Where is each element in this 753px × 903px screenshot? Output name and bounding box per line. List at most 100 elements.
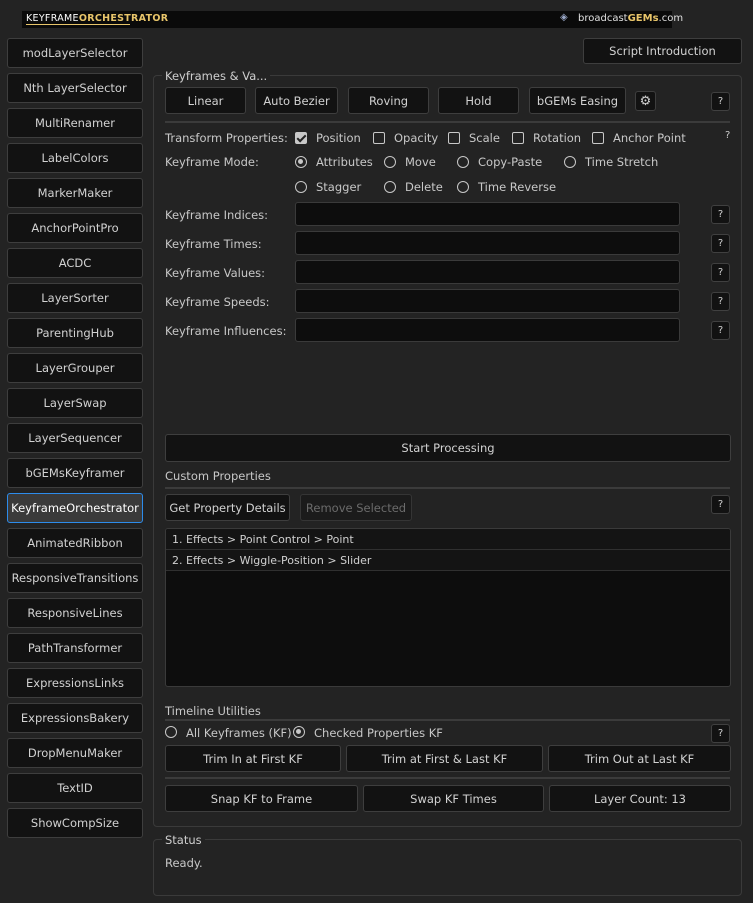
banner: KEYFRAMEORCHESTRATOR ◈ broadcastGEMs.com	[22, 11, 683, 28]
gear-icon: ⚙	[639, 93, 652, 109]
trim-out-button[interactable]: Trim Out at Last KF	[548, 745, 731, 772]
status-panel	[153, 839, 742, 896]
sidebar-item-bgemskeyframer[interactable]: bGEMsKeyframer	[7, 458, 143, 488]
keyframe-speeds-input[interactable]	[295, 289, 680, 313]
trim-first-last-button[interactable]: Trim at First & Last KF	[346, 745, 543, 772]
scale-label: Scale	[469, 131, 500, 145]
remove-selected-button[interactable]: Remove Selected	[300, 494, 412, 521]
timeline-utilities-title: Timeline Utilities	[165, 704, 261, 718]
start-processing-button[interactable]: Start Processing	[165, 434, 731, 462]
status-text: Ready.	[165, 856, 203, 870]
sidebar-item-labelcolors[interactable]: LabelColors	[7, 143, 143, 173]
keyframe-times-input[interactable]	[295, 231, 680, 255]
sidebar-item-responsivetransitions[interactable]: ResponsiveTransitions	[7, 563, 143, 593]
gem-logo-icon: ◈	[560, 12, 568, 23]
keyframe-indices-help-button[interactable]: ?	[711, 205, 730, 224]
position-label: Position	[316, 131, 361, 145]
mode-delete-label: Delete	[405, 180, 443, 194]
sidebar-item-layerswap[interactable]: LayerSwap	[7, 388, 143, 418]
checked-properties-label: Checked Properties KF	[314, 726, 443, 740]
mode-time-stretch-radio[interactable]	[564, 156, 576, 168]
keyframe-mode-label: Keyframe Mode:	[165, 155, 259, 169]
keyframe-influences-help-button[interactable]: ?	[711, 321, 730, 340]
sidebar-item-modlayerselector[interactable]: modLayerSelector	[7, 38, 143, 68]
keyframe-indices-label: Keyframe Indices:	[165, 208, 269, 222]
checked-properties-radio[interactable]	[293, 726, 305, 738]
keyframe-speeds-help-button[interactable]: ?	[711, 292, 730, 311]
mode-move-label: Move	[405, 155, 436, 169]
all-keyframes-radio[interactable]	[165, 726, 177, 738]
sidebar-item-anchorpointpro[interactable]: AnchorPointPro	[7, 213, 143, 243]
mode-stagger-radio[interactable]	[295, 181, 307, 193]
sidebar-item-parentinghub[interactable]: ParentingHub	[7, 318, 143, 348]
custom-properties-title: Custom Properties	[165, 469, 271, 483]
keyframe-values-help-button[interactable]: ?	[711, 263, 730, 282]
easing-linear-button[interactable]: Linear	[165, 87, 246, 114]
divider	[165, 719, 730, 721]
sidebar-item-expressionsbakery[interactable]: ExpressionsBakery	[7, 703, 143, 733]
sidebar-item-keyframeorchestrator[interactable]: KeyframeOrchestrator	[7, 493, 143, 523]
custom-properties-list[interactable]: 1. Effects > Point Control > Point 2. Ef…	[165, 528, 731, 687]
sidebar-item-markermaker[interactable]: MarkerMaker	[7, 178, 143, 208]
scale-checkbox[interactable]	[448, 132, 460, 144]
mode-copy-paste-radio[interactable]	[457, 156, 469, 168]
sidebar-item-nth-layerselector[interactable]: Nth LayerSelector	[7, 73, 143, 103]
sidebar-item-responsivelines[interactable]: ResponsiveLines	[7, 598, 143, 628]
easing-settings-button[interactable]: ⚙	[635, 91, 656, 111]
sidebar-item-layergrouper[interactable]: LayerGrouper	[7, 353, 143, 383]
snap-kf-button[interactable]: Snap KF to Frame	[165, 785, 358, 812]
opacity-checkbox[interactable]	[373, 132, 385, 144]
sidebar-item-pathtransformer[interactable]: PathTransformer	[7, 633, 143, 663]
timeline-help-button[interactable]: ?	[711, 724, 730, 743]
sidebar-item-animatedribbon[interactable]: AnimatedRibbon	[7, 528, 143, 558]
mode-stagger-label: Stagger	[316, 180, 362, 194]
list-item[interactable]: 1. Effects > Point Control > Point	[166, 529, 730, 550]
swap-kf-times-button[interactable]: Swap KF Times	[363, 785, 544, 812]
sidebar-item-dropmenumaker[interactable]: DropMenuMaker	[7, 738, 143, 768]
sidebar-item-acdc[interactable]: ACDC	[7, 248, 143, 278]
script-introduction-button[interactable]: Script Introduction	[583, 38, 742, 64]
banner-brand: broadcastGEMs.com	[578, 13, 684, 24]
mode-move-radio[interactable]	[384, 156, 396, 168]
easing-help-button[interactable]: ?	[711, 92, 730, 111]
sidebar-item-showcompsize[interactable]: ShowCompSize	[7, 808, 143, 838]
divider	[165, 487, 730, 489]
all-keyframes-label: All Keyframes (KF)	[186, 726, 292, 740]
banner-title: KEYFRAMEORCHESTRATOR	[26, 13, 169, 24]
easing-auto-bezier-button[interactable]: Auto Bezier	[255, 87, 338, 114]
keyframe-indices-input[interactable]	[295, 202, 680, 226]
banner-title-underline	[26, 24, 130, 25]
keyframe-times-help-button[interactable]: ?	[711, 234, 730, 253]
anchor-point-label: Anchor Point	[613, 131, 686, 145]
mode-delete-radio[interactable]	[384, 181, 396, 193]
divider	[165, 777, 730, 779]
sidebar-item-multirenamer[interactable]: MultiRenamer	[7, 108, 143, 138]
mode-attributes-label: Attributes	[316, 155, 373, 169]
trim-in-button[interactable]: Trim In at First KF	[165, 745, 341, 772]
sidebar-item-layersequencer[interactable]: LayerSequencer	[7, 423, 143, 453]
sidebar-item-textid[interactable]: TextID	[7, 773, 143, 803]
transform-help-icon[interactable]: ?	[725, 130, 730, 141]
keyframe-values-input[interactable]	[295, 260, 680, 284]
sidebar-item-layersorter[interactable]: LayerSorter	[7, 283, 143, 313]
easing-hold-button[interactable]: Hold	[438, 87, 519, 114]
mode-time-reverse-radio[interactable]	[457, 181, 469, 193]
keyframe-times-label: Keyframe Times:	[165, 237, 262, 251]
status-title: Status	[162, 833, 205, 847]
rotation-checkbox[interactable]	[512, 132, 524, 144]
easing-roving-button[interactable]: Roving	[348, 87, 429, 114]
layer-count-button[interactable]: Layer Count: 13	[549, 785, 731, 812]
anchor-point-checkbox[interactable]	[592, 132, 604, 144]
position-checkbox[interactable]	[295, 132, 307, 144]
list-item[interactable]: 2. Effects > Wiggle-Position > Slider	[166, 550, 730, 571]
keyframe-values-label: Keyframe Values:	[165, 266, 266, 280]
custom-properties-help-button[interactable]: ?	[711, 495, 730, 514]
mode-attributes-radio[interactable]	[295, 156, 307, 168]
easing-bgems-button[interactable]: bGEMs Easing	[529, 87, 626, 114]
opacity-label: Opacity	[394, 131, 439, 145]
keyframe-influences-input[interactable]	[295, 318, 680, 342]
keyframes-panel-title: Keyframes & Va...	[162, 69, 271, 83]
divider	[165, 121, 730, 123]
sidebar-item-expressionslinks[interactable]: ExpressionsLinks	[7, 668, 143, 698]
get-property-details-button[interactable]: Get Property Details	[165, 494, 290, 521]
